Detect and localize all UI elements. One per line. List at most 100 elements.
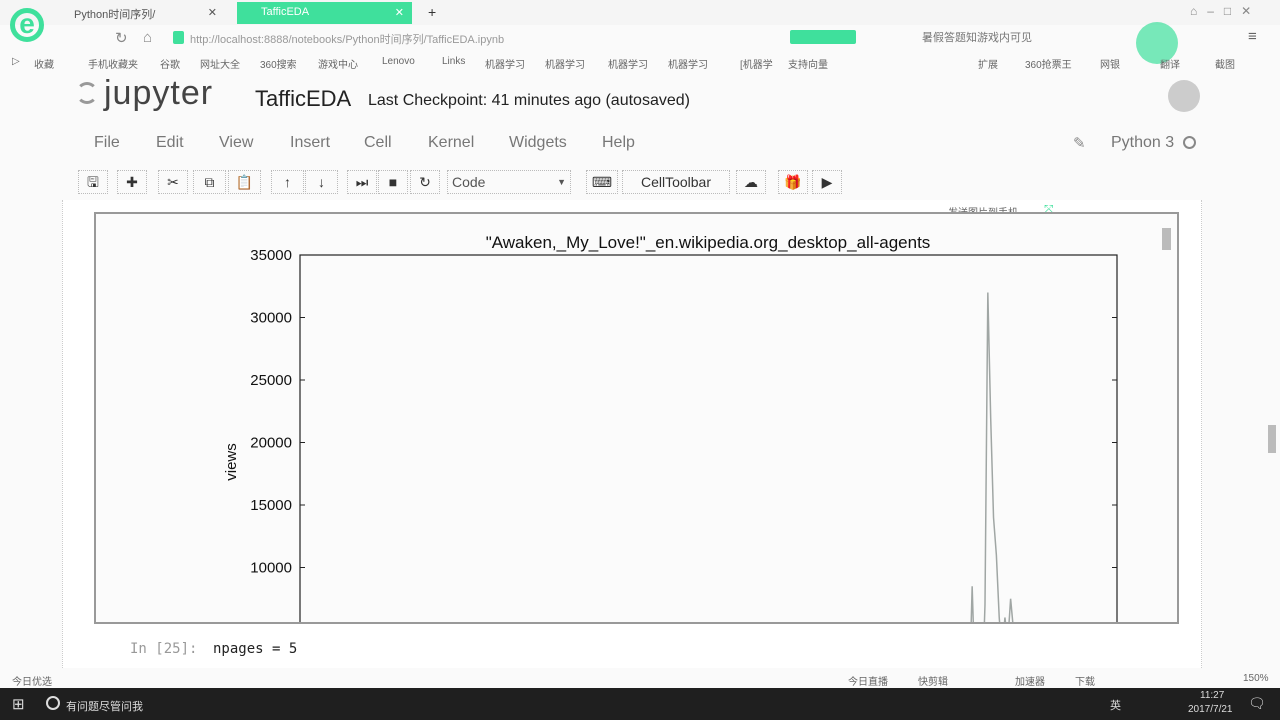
cell-type-select[interactable]: Code ▼ (447, 170, 571, 194)
search-hint[interactable]: 暑假答题知游戏内可见 (922, 29, 1032, 45)
input-language[interactable]: 英 (1110, 697, 1121, 713)
zoom-level[interactable]: 150% (1243, 673, 1269, 684)
bookmark[interactable]: 机器学习 (545, 56, 585, 71)
taskbar-search[interactable]: 有问题尽管问我 (66, 698, 143, 714)
bookmark[interactable]: 支持向量 (788, 56, 828, 71)
move-down-button[interactable]: ↓ (305, 170, 338, 194)
y-tick-label: 20000 (250, 435, 292, 452)
edit-pencil-icon[interactable]: ✎ (1073, 134, 1086, 152)
bookmark[interactable]: 游戏中心 (318, 56, 358, 71)
bookmark[interactable]: [机器学 (740, 56, 773, 71)
output-scrollbar[interactable] (1162, 228, 1171, 250)
status-item[interactable]: 快剪辑 (918, 673, 948, 688)
status-item[interactable]: 加速器 (1015, 673, 1045, 688)
status-bar: 今日优选 今日直播 快剪辑 加速器 下载 150% (0, 668, 1280, 688)
bookmark[interactable]: 翻译 (1160, 56, 1180, 71)
checkpoint-status: Last Checkpoint: 41 minutes ago (autosav… (368, 92, 690, 109)
accelerate-button[interactable] (790, 30, 856, 44)
status-item[interactable]: 今日优选 (12, 673, 52, 688)
bookmark[interactable]: 网址大全 (200, 56, 240, 71)
restart-button[interactable]: ↻ (410, 170, 440, 194)
cortana-icon[interactable] (46, 696, 60, 710)
menu-view[interactable]: View (219, 134, 253, 152)
home-icon[interactable]: ⌂ (143, 29, 152, 46)
jupyter-logo[interactable]: jupyter (104, 74, 213, 113)
menu-cell[interactable]: Cell (364, 134, 392, 152)
url-input[interactable]: http://localhost:8888/notebooks/Python时间… (190, 31, 780, 47)
save-button[interactable]: 🖫 (78, 170, 108, 194)
run-button[interactable]: ⏭ (347, 170, 377, 194)
bookmark[interactable]: 机器学习 (608, 56, 648, 71)
menu-widgets[interactable]: Widgets (509, 134, 567, 152)
paste-button[interactable]: 📋 (228, 170, 261, 194)
taskbar: ⊞ 有问题尽管问我 英 11:27 2017/7/21 🗨 (0, 688, 1280, 720)
page-scrollbar[interactable] (1268, 425, 1276, 453)
clock-date[interactable]: 2017/7/21 (1188, 704, 1233, 715)
bookmark[interactable]: Links (442, 56, 465, 67)
y-tick-label: 5000 (259, 622, 292, 624)
menu-icon[interactable]: ≡ (1248, 28, 1257, 45)
cell-output: "Awaken,_My_Love!"_en.wikipedia.org_desk… (94, 212, 1179, 624)
notebook-name[interactable]: TafficEDA (255, 86, 351, 112)
jupyter-logo-icon (76, 82, 98, 104)
status-item[interactable]: 今日直播 (848, 673, 888, 688)
menu-help[interactable]: Help (602, 134, 635, 152)
bookmark[interactable]: 360搜索 (260, 56, 297, 71)
gift-icon[interactable]: 🎁 (778, 170, 808, 194)
code-cell[interactable]: npages = 5 (213, 641, 297, 657)
cloud-upload-icon[interactable]: ☁ (736, 170, 766, 194)
cell-type-value: Code (452, 174, 486, 190)
bookmark[interactable]: 收藏 (34, 56, 54, 71)
close-tab-icon[interactable]: ✕ (208, 6, 217, 19)
y-tick-label: 35000 (250, 247, 292, 264)
line-chart: "Awaken,_My_Love!"_en.wikipedia.org_desk… (223, 233, 1118, 624)
tab-label: TafficEDA (261, 6, 310, 18)
menu-insert[interactable]: Insert (290, 134, 330, 152)
status-item[interactable]: 下载 (1075, 673, 1095, 688)
menu-kernel[interactable]: Kernel (428, 134, 474, 152)
stop-button[interactable]: ■ (378, 170, 408, 194)
secure-shield-icon (173, 31, 184, 44)
celltoolbar-button[interactable]: CellToolbar (622, 170, 730, 194)
bookmark[interactable]: 截图 (1215, 56, 1235, 71)
series-line (970, 292, 1014, 622)
bookmark[interactable]: 手机收藏夹 (88, 56, 138, 71)
bookmark[interactable]: 360抢票王 (1025, 56, 1072, 71)
y-tick-label: 25000 (250, 372, 292, 389)
chevron-down-icon: ▼ (557, 177, 566, 187)
window-controls[interactable]: ⌂–□✕ (1190, 4, 1261, 18)
tab-label: Python时间序列/ (74, 9, 156, 21)
bookmark[interactable]: 机器学习 (485, 56, 525, 71)
copy-button[interactable]: ⧉ (193, 170, 226, 194)
insert-cell-button[interactable]: ✚ (117, 170, 147, 194)
tab-python-series[interactable]: Python时间序列/ ✕ (50, 2, 225, 24)
clock-time[interactable]: 11:27 (1200, 690, 1224, 701)
menu-file[interactable]: File (94, 134, 120, 152)
bookmark[interactable]: 谷歌 (160, 56, 180, 71)
new-tab-button[interactable]: + (428, 4, 436, 20)
plot-frame (299, 254, 1118, 622)
bookmark[interactable]: 机器学习 (668, 56, 708, 71)
bookmarks-bar: ▷ 收藏 手机收藏夹 谷歌 网址大全 360搜索 游戏中心 Lenovo Lin… (0, 52, 1280, 72)
sidebar-toggle-icon[interactable]: ▷ (12, 56, 20, 67)
notification-icon[interactable]: 🗨 (1248, 695, 1266, 712)
chart-title: "Awaken,_My_Love!"_en.wikipedia.org_desk… (486, 233, 931, 252)
kernel-name: Python 3 (1111, 134, 1175, 151)
tab-tafficeda[interactable]: TafficEDA ✕ (237, 2, 412, 24)
move-up-button[interactable]: ↑ (271, 170, 304, 194)
close-tab-icon[interactable]: ✕ (395, 6, 404, 19)
bookmark[interactable]: Lenovo (382, 56, 415, 67)
address-bar-row: ↻ ⌂ http://localhost:8888/notebooks/Pyth… (0, 22, 1280, 64)
y-axis-label: views (223, 443, 240, 481)
menu-edit[interactable]: Edit (156, 134, 184, 152)
keyboard-icon[interactable]: ⌨ (586, 170, 618, 194)
cell-prompt: In [25]: (130, 641, 198, 657)
youtube-icon[interactable]: ▶ (812, 170, 842, 194)
y-tick-label: 30000 (250, 310, 292, 327)
reload-icon[interactable]: ↻ (115, 29, 128, 47)
bookmark[interactable]: 扩展 (978, 56, 998, 71)
bookmark[interactable]: 网银 (1100, 56, 1120, 71)
cut-button[interactable]: ✂ (158, 170, 188, 194)
windows-start-icon[interactable]: ⊞ (12, 695, 25, 713)
y-tick-label: 10000 (250, 560, 292, 577)
